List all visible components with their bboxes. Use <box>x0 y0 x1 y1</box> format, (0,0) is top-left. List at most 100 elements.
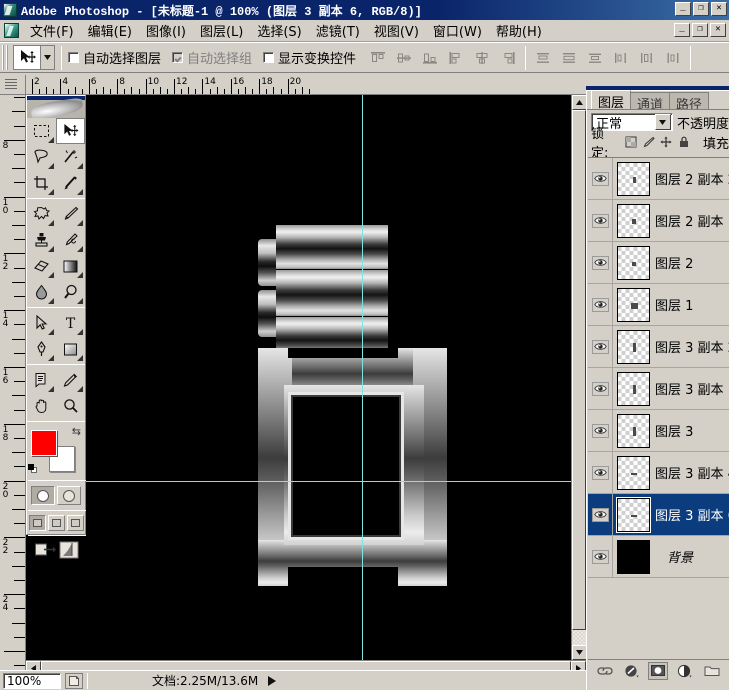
menu-layer[interactable]: 图层(L) <box>193 19 250 42</box>
quick-mask-mode-button[interactable] <box>57 486 81 505</box>
lock-all-icon[interactable] <box>678 136 690 149</box>
tab-layers[interactable]: 图层 <box>591 90 632 109</box>
layer-list[interactable]: 图层 2 副本 2 图层 2 副本 图层 2 图层 1 图层 3 副本 2 图层 3 副本… <box>588 157 729 648</box>
layer-visibility-toggle[interactable] <box>588 326 613 367</box>
tool-brush[interactable] <box>56 201 85 227</box>
ruler-corner[interactable] <box>0 75 26 95</box>
distribute-right-edges-button[interactable] <box>662 48 684 68</box>
align-bottom-edges-button[interactable] <box>419 48 441 68</box>
tool-hand[interactable] <box>27 393 56 419</box>
scroll-up-button[interactable] <box>572 95 587 110</box>
document-close-button[interactable]: ✕ <box>710 23 726 37</box>
tool-zoom[interactable] <box>56 393 85 419</box>
lock-position-icon[interactable] <box>660 136 672 149</box>
layer-row[interactable]: 图层 3 <box>588 410 729 452</box>
tool-lasso[interactable] <box>27 144 56 170</box>
tool-gradient[interactable] <box>56 253 85 279</box>
minimize-button[interactable]: _ <box>675 2 691 16</box>
align-horizontal-centers-button[interactable] <box>471 48 493 68</box>
layer-visibility-toggle[interactable] <box>588 410 613 451</box>
menu-image[interactable]: 图像(I) <box>139 19 193 42</box>
distribute-top-edges-button[interactable] <box>532 48 554 68</box>
show-transform-controls-checkbox[interactable] <box>263 52 275 63</box>
photoshop-app-icon[interactable] <box>3 3 17 17</box>
layer-thumbnail[interactable] <box>616 496 651 533</box>
status-menu-button[interactable] <box>268 675 277 686</box>
layer-visibility-toggle[interactable] <box>588 536 613 577</box>
tool-clone-stamp[interactable] <box>27 227 56 253</box>
layer-row[interactable]: 图层 1 <box>588 284 729 326</box>
tool-notes[interactable] <box>27 367 56 393</box>
new-group-icon[interactable] <box>702 662 722 680</box>
layer-visibility-toggle[interactable] <box>588 452 613 493</box>
menu-view[interactable]: 视图(V) <box>367 19 426 42</box>
chevron-down-icon[interactable] <box>654 114 671 130</box>
layer-visibility-toggle[interactable] <box>588 200 613 241</box>
default-colors-icon[interactable] <box>28 464 38 474</box>
layer-thumbnail[interactable] <box>617 161 650 196</box>
auto-select-layer-checkbox[interactable] <box>68 52 79 63</box>
add-layer-mask-icon[interactable] <box>648 661 669 680</box>
layer-row[interactable]: 图层 3 副本 <box>588 368 729 410</box>
layer-thumbnail[interactable] <box>617 371 650 406</box>
tool-eyedropper[interactable] <box>56 367 85 393</box>
align-left-edges-button[interactable] <box>445 48 467 68</box>
layer-thumbnail[interactable] <box>617 203 650 238</box>
distribute-left-edges-button[interactable] <box>610 48 632 68</box>
document-restore-button[interactable]: ❐ <box>692 23 708 37</box>
swap-colors-icon[interactable]: ⇆ <box>72 427 81 438</box>
layer-visibility-toggle[interactable] <box>588 494 613 535</box>
scroll-thumb-vertical[interactable] <box>572 110 586 630</box>
scroll-down-button[interactable] <box>572 645 587 660</box>
layer-thumbnail[interactable] <box>617 413 650 448</box>
zoom-level-input[interactable]: 100% <box>3 672 61 689</box>
imageready-button[interactable] <box>59 541 79 559</box>
menu-select[interactable]: 选择(S) <box>250 19 308 42</box>
tool-shape[interactable] <box>56 336 85 362</box>
distribute-horizontal-centers-button[interactable] <box>636 48 658 68</box>
layer-row[interactable]: 图层 2 <box>588 242 729 284</box>
tool-slice[interactable] <box>56 170 85 196</box>
align-vertical-centers-button[interactable] <box>393 48 415 68</box>
guide-vertical[interactable] <box>362 95 363 675</box>
vertical-ruler[interactable]: 8 10 12 14 16 18 20 22 24 <box>0 95 26 675</box>
horizontal-ruler[interactable]: 2 4 6 8 10 12 14 16 18 20 <box>26 75 586 95</box>
auto-select-layer-option[interactable]: 自动选择图层 <box>68 48 161 67</box>
menu-window[interactable]: 窗口(W) <box>426 19 489 42</box>
layer-style-icon[interactable] <box>622 662 642 680</box>
tool-pen[interactable] <box>27 336 56 362</box>
tool-magic-wand[interactable] <box>56 144 85 170</box>
menu-edit[interactable]: 编辑(E) <box>81 19 139 42</box>
options-bar-grip[interactable] <box>2 45 10 70</box>
toolbox-title-bar[interactable] <box>27 96 85 118</box>
align-top-edges-button[interactable] <box>367 48 389 68</box>
menu-file[interactable]: 文件(F) <box>23 19 81 42</box>
link-layers-icon[interactable] <box>595 662 615 680</box>
layer-row[interactable]: 图层 3 副本 2 <box>588 326 729 368</box>
document-thumbnail-icon[interactable] <box>65 672 83 689</box>
show-transform-controls-option[interactable]: 显示变换控件 <box>263 48 356 67</box>
tool-healing-brush[interactable] <box>27 201 56 227</box>
tool-type[interactable]: T <box>56 310 85 336</box>
jump-to-imageready-button[interactable] <box>34 541 56 559</box>
layer-visibility-toggle[interactable] <box>588 284 613 325</box>
foreground-color-swatch[interactable] <box>31 430 57 456</box>
layer-thumbnail[interactable] <box>617 455 650 490</box>
layer-row[interactable]: 图层 2 副本 <box>588 200 729 242</box>
layer-thumbnail[interactable] <box>617 245 650 280</box>
layer-visibility-toggle[interactable] <box>588 368 613 409</box>
layer-visibility-toggle[interactable] <box>588 158 613 199</box>
layer-thumbnail[interactable] <box>617 329 650 364</box>
layer-thumbnail[interactable] <box>617 539 650 574</box>
full-screen-menubar-mode-button[interactable] <box>47 515 65 531</box>
layer-row[interactable]: 图层 3 副本 6 <box>588 494 729 536</box>
tool-eraser[interactable] <box>27 253 56 279</box>
lock-image-pixels-icon[interactable] <box>643 136 655 149</box>
close-button[interactable]: ✕ <box>711 2 727 16</box>
tool-move[interactable] <box>56 118 85 144</box>
tool-crop[interactable] <box>27 170 56 196</box>
layer-visibility-toggle[interactable] <box>588 242 613 283</box>
document-icon[interactable] <box>4 23 19 38</box>
tool-history-brush[interactable] <box>56 227 85 253</box>
maximize-button[interactable]: ❐ <box>693 2 709 16</box>
